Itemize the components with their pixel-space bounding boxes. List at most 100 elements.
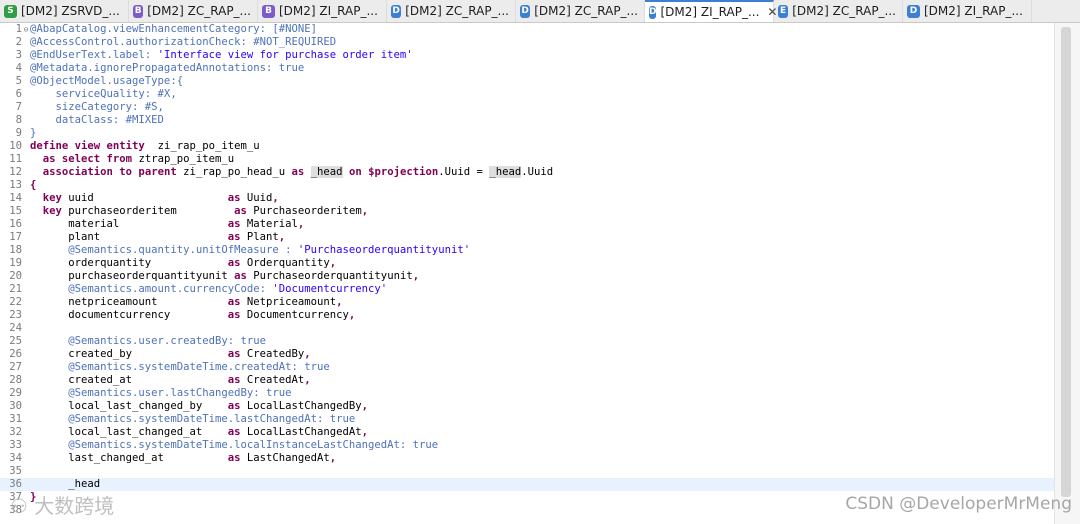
line-number: 5 <box>15 75 22 87</box>
editor-tab[interactable]: D [DM2] ZC_RAP_... <box>516 0 645 22</box>
code-line[interactable]: 27 @Semantics.systemDateTime.createdAt: … <box>0 361 1054 374</box>
code-line[interactable]: 17 plant as Plant, <box>0 231 1054 244</box>
code-text: @Semantics.systemDateTime.lastChangedAt:… <box>30 413 355 425</box>
code-token: Netpriceamount <box>240 296 337 308</box>
file-type-icon: S <box>4 4 17 18</box>
keyword-token: as <box>227 348 241 360</box>
scrollbar-thumb[interactable] <box>1061 27 1071 497</box>
code-line[interactable]: 25 @Semantics.user.createdBy: true <box>0 335 1054 348</box>
highlighted-token: _head <box>310 166 343 178</box>
code-line[interactable]: 15 key purchaseorderitem as Purchaseorde… <box>0 205 1054 218</box>
code-text: dataClass: #MIXED <box>30 114 164 126</box>
code-token: Plant <box>240 231 279 243</box>
code-token: orderquantity <box>30 257 228 269</box>
string-token: 'Interface view for purchase order item' <box>157 49 413 61</box>
keyword-token: as <box>227 400 241 412</box>
fold-toggle-icon[interactable]: ⊖ <box>22 23 30 36</box>
keyword-token: key <box>42 205 62 217</box>
annotation-token: @EndUserText.label: <box>30 49 158 61</box>
keyword-token: on <box>348 166 362 178</box>
code-line[interactable]: 2 @AccessControl.authorizationCheck: #NOT… <box>0 36 1054 49</box>
code-line[interactable]: 1 ⊖ @AbapCatalog.viewEnhancementCategory: … <box>0 23 1054 36</box>
line-number: 9 <box>15 127 22 139</box>
line-number: 28 <box>9 374 22 386</box>
string-token: 'Documentcurrency' <box>272 283 388 295</box>
editor-tab[interactable]: D [DM2] ZI_RAP_... <box>903 0 1032 22</box>
code-token: netpriceamount <box>30 296 228 308</box>
code-line[interactable]: 35 <box>0 465 1054 478</box>
code-token: Purchaseorderquantityunit <box>246 270 413 282</box>
line-number: 27 <box>9 361 22 373</box>
code-line[interactable]: 14 key uuid as Uuid, <box>0 192 1054 205</box>
code-token: ztrap_po_item_u <box>132 153 235 165</box>
line-number: 21 <box>9 283 22 295</box>
code-line[interactable]: 33 @Semantics.systemDateTime.localInstan… <box>0 439 1054 452</box>
code-line[interactable]: 28 created_at as CreatedAt, <box>0 374 1054 387</box>
keyword-token: , <box>278 231 286 243</box>
file-type-icon: D <box>520 4 531 18</box>
code-line[interactable]: 29 @Semantics.user.lastChangedBy: true <box>0 387 1054 400</box>
code-line[interactable]: 13 { <box>0 179 1054 192</box>
keyword-token: , <box>361 205 369 217</box>
code-line[interactable]: 16 material as Material, <box>0 218 1054 231</box>
line-number: 8 <box>15 114 22 126</box>
code-line[interactable]: 30 local_last_changed_by as LocalLastCha… <box>0 400 1054 413</box>
code-line[interactable]: 18 @Semantics.quantity.unitOfMeasure : '… <box>0 244 1054 257</box>
code-text: } <box>30 127 36 139</box>
code-line[interactable]: 21 @Semantics.amount.currencyCode: 'Docu… <box>0 283 1054 296</box>
code-line[interactable]: 11 as select from ztrap_po_item_u <box>0 153 1054 166</box>
code-token: Uuid <box>240 192 273 204</box>
editor-tab[interactable]: E [DM2] ZC_RAP_... <box>774 0 903 22</box>
code-line[interactable]: 22 netpriceamount as Netpriceamount, <box>0 296 1054 309</box>
code-line[interactable]: 12 association to parent zi_rap_po_head_… <box>0 166 1054 179</box>
code-text: documentcurrency as Documentcurrency, <box>30 309 355 321</box>
vertical-scrollbar[interactable] <box>1054 23 1080 524</box>
editor-tab[interactable]: B [DM2] ZI_RAP_... <box>258 0 387 22</box>
code-token: last_changed_at <box>30 452 228 464</box>
annotation-token: @AccessControl.authorizationCheck: #NOT_… <box>30 36 337 48</box>
code-line[interactable]: 26 created_by as CreatedBy, <box>0 348 1054 361</box>
code-line[interactable]: 8 dataClass: #MIXED <box>0 114 1054 127</box>
tab-label: [DM2] ZC_RAP_... <box>792 4 896 18</box>
tab-label: [DM2] ZC_RAP_... <box>534 4 638 18</box>
code-line[interactable]: 5 @ObjectModel.usageType:{ <box>0 75 1054 88</box>
code-line[interactable]: 7 sizeCategory: #S, <box>0 101 1054 114</box>
code-token: LocalLastChangedBy <box>240 400 362 412</box>
keyword-token: as <box>227 218 241 230</box>
code-token: created_at <box>30 374 228 386</box>
code-token: zi_rap_po_item_u <box>144 140 260 152</box>
keyword-token: as <box>234 205 247 217</box>
keyword-token: as <box>227 309 241 321</box>
code-editor[interactable]: 1 ⊖ @AbapCatalog.viewEnhancementCategory: … <box>0 23 1054 524</box>
watermark-left: ⚇ 大数跨境 <box>10 494 115 518</box>
code-token: LastChangedAt <box>240 452 330 464</box>
line-number: 34 <box>9 452 22 464</box>
code-line[interactable]: 3 @EndUserText.label: 'Interface view for… <box>0 49 1054 62</box>
code-line[interactable]: 9} <box>0 127 1054 140</box>
line-number: 32 <box>9 426 22 438</box>
code-line[interactable]: 23 documentcurrency as Documentcurrency, <box>0 309 1054 322</box>
code-text: created_by as CreatedBy, <box>30 348 310 360</box>
code-line[interactable]: 20 purchaseorderquantityunit as Purchase… <box>0 270 1054 283</box>
editor-tab[interactable]: S [DM2] ZSRVD_... <box>0 0 129 22</box>
keyword-token: as <box>234 270 247 282</box>
code-text: orderquantity as Orderquantity, <box>30 257 336 269</box>
code-line[interactable]: 34 last_changed_at as LastChangedAt, <box>0 452 1054 465</box>
code-line[interactable]: 24 <box>0 322 1054 335</box>
code-text: created_at as CreatedAt, <box>30 374 310 386</box>
editor-tab[interactable]: B [DM2] ZC_RAP_... <box>129 0 258 22</box>
editor-tab[interactable]: D [DM2] ZC_RAP_... <box>387 0 516 22</box>
line-number: 4 <box>15 62 22 74</box>
code-token: documentcurrency <box>30 309 228 321</box>
code-line[interactable]: 31 @Semantics.systemDateTime.lastChanged… <box>0 413 1054 426</box>
code-line[interactable]: 32 local_last_changed_at as LocalLastCha… <box>0 426 1054 439</box>
code-line[interactable]: 4 @Metadata.ignorePropagatedAnnotations: … <box>0 62 1054 75</box>
editor-tab[interactable]: D [DM2] ZI_RAP_... ✕ <box>645 0 777 22</box>
code-line[interactable]: 10 define view entity zi_rap_po_item_u <box>0 140 1054 153</box>
code-line[interactable]: 6 serviceQuality: #X, <box>0 88 1054 101</box>
code-line[interactable]: 19 orderquantity as Orderquantity, <box>0 257 1054 270</box>
file-type-icon: B <box>262 4 275 18</box>
annotation-token: @AbapCatalog.viewEnhancementCategory: [#… <box>30 23 318 35</box>
code-line[interactable]: 36 _head <box>0 478 1054 491</box>
